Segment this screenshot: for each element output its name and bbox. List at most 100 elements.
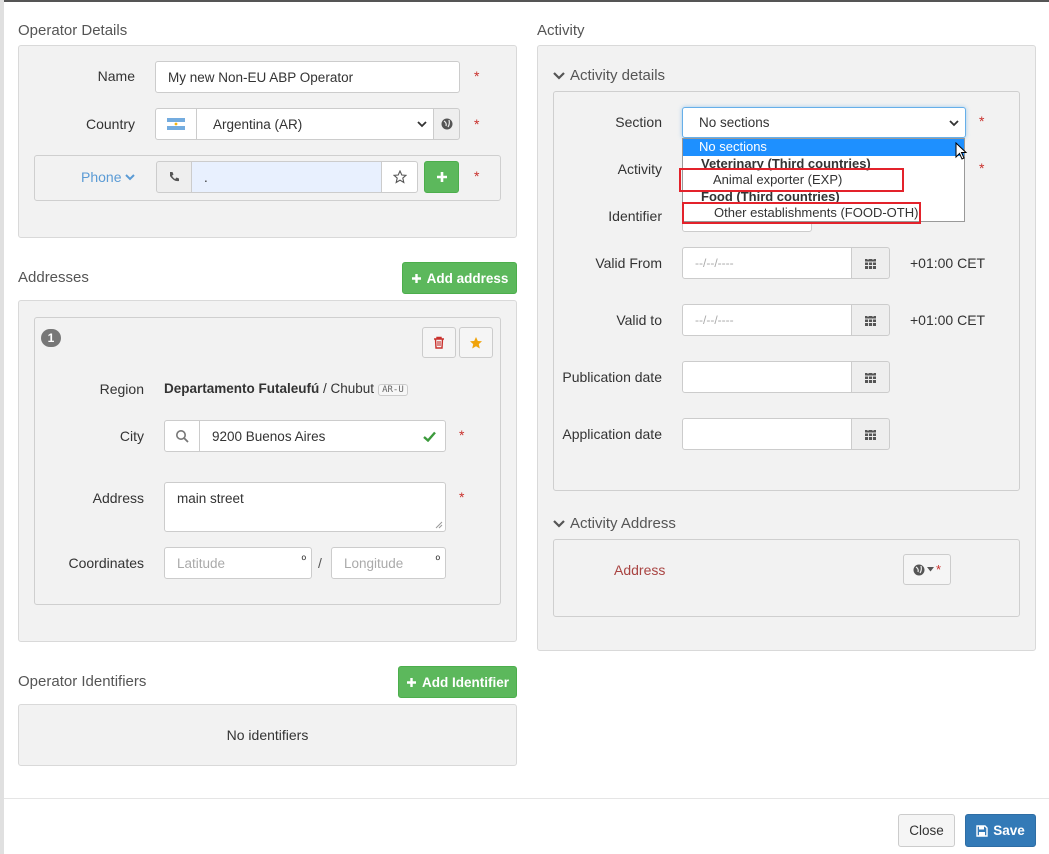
activity-address-required-mark: * [935,562,942,577]
chevron-down-icon [949,120,959,127]
annotation-highlight-animal-exporter [679,168,904,192]
phone-input[interactable]: . [191,161,382,193]
city-label: City [119,428,144,444]
chevron-down-icon [125,173,136,180]
latitude-degree: º [301,553,306,567]
address-textarea[interactable]: main street [164,482,446,532]
longitude-placeholder: Longitude [344,555,404,571]
country-label: Country [85,116,135,132]
add-address-label: Add address [426,270,509,286]
activity-details-title: Activity details [570,67,666,84]
section-required-mark: * [979,113,985,129]
chevron-down-icon [553,519,565,528]
coordinates-label: Coordinates [68,555,145,571]
phone-addon [156,161,192,193]
city-value: 9200 Buenos Aires [212,428,326,444]
mouse-cursor-icon [955,142,968,160]
activity-title: Activity [537,22,585,39]
valid-from-label: Valid From [595,255,662,271]
globe-icon [441,118,452,130]
chevron-down-icon [553,71,565,80]
application-date-calendar-button[interactable] [851,418,890,450]
calendar-icon [865,371,876,383]
city-required-mark: * [459,427,465,443]
publication-date-calendar-button[interactable] [851,361,890,393]
name-input[interactable]: My new Non-EU ABP Operator [155,61,460,93]
valid-to-timezone: +01:00 CET [910,312,986,328]
favorite-address-button[interactable] [459,327,493,358]
no-identifiers-text: No identifiers [226,727,309,743]
coordinates-separator: / [318,555,322,571]
address-required-mark: * [459,489,465,505]
name-label: Name [97,68,135,84]
add-address-button[interactable]: Add address [402,262,517,294]
section-select[interactable]: No sections [682,107,966,138]
address-label: Address [92,490,144,506]
activity-address-toggle[interactable]: Activity Address [553,515,676,532]
longitude-input[interactable]: Longitude º [331,547,446,579]
section-value: No sections [699,115,770,130]
application-date-input[interactable] [682,418,852,450]
addresses-title: Addresses [18,269,89,286]
star-icon [470,336,482,348]
phone-type-toggle[interactable]: Phone [81,169,136,185]
trash-icon [434,336,444,349]
valid-to-label: Valid to [616,312,662,328]
phone-required-mark: * [474,168,480,184]
close-button[interactable]: Close [898,814,955,847]
activity-label: Activity [617,161,662,177]
save-disk-icon [976,824,988,837]
activity-address-picker-button[interactable]: * [903,554,951,585]
activity-required-mark: * [979,160,985,176]
region-label: Region [99,381,144,397]
valid-from-input[interactable]: --/--/---- [682,247,852,279]
valid-to-input[interactable]: --/--/---- [682,304,852,336]
annotation-highlight-other-establishments [682,202,921,224]
phone-icon [170,172,179,182]
activity-details-toggle[interactable]: Activity details [553,67,665,84]
calendar-icon [865,428,876,440]
dropdown-option-no-sections[interactable]: No sections [683,139,964,156]
valid-to-calendar-button[interactable] [851,304,890,336]
longitude-degree: º [435,553,440,567]
section-label: Section [615,114,662,130]
argentina-flag-icon [167,118,185,130]
phone-favorite-button[interactable] [381,161,418,193]
name-required-mark: * [474,68,480,84]
city-input[interactable]: 9200 Buenos Aires [199,420,446,452]
calendar-icon [865,257,876,269]
country-flag-addon [155,108,197,140]
publication-date-input[interactable] [682,361,852,393]
add-phone-button[interactable] [424,161,459,193]
add-identifier-button[interactable]: Add Identifier [398,666,517,698]
valid-from-calendar-button[interactable] [851,247,890,279]
modal-left-edge [0,0,4,854]
star-outline-icon [392,170,407,184]
valid-to-placeholder: --/--/---- [695,313,734,327]
caret-down-icon [926,567,934,572]
country-select[interactable]: Argentina (AR) [196,108,434,140]
delete-address-button[interactable] [422,327,456,358]
country-required-mark: * [474,116,480,132]
operator-identifiers-title: Operator Identifiers [18,673,147,690]
calendar-icon [865,314,876,326]
application-date-label: Application date [562,426,662,442]
save-button[interactable]: Save [965,814,1036,847]
operator-details-title: Operator Details [18,22,128,39]
resize-handle-icon[interactable] [435,521,443,529]
search-icon [176,430,189,443]
country-globe-button[interactable] [433,108,460,140]
region-value: Departamento Futaleufú / Chubut AR-U [164,381,408,396]
save-label: Save [993,823,1025,838]
chevron-down-icon [417,121,427,128]
phone-label: Phone [81,169,122,185]
modal-top-border [0,0,1049,2]
latitude-input[interactable]: Latitude º [164,547,312,579]
country-value: Argentina (AR) [213,116,303,132]
add-identifier-label: Add Identifier [422,674,509,690]
plus-icon [436,172,447,182]
address-index-badge: 1 [41,329,61,347]
phone-value: . [204,169,208,185]
checkmark-icon [423,431,436,442]
globe-icon [913,564,925,575]
